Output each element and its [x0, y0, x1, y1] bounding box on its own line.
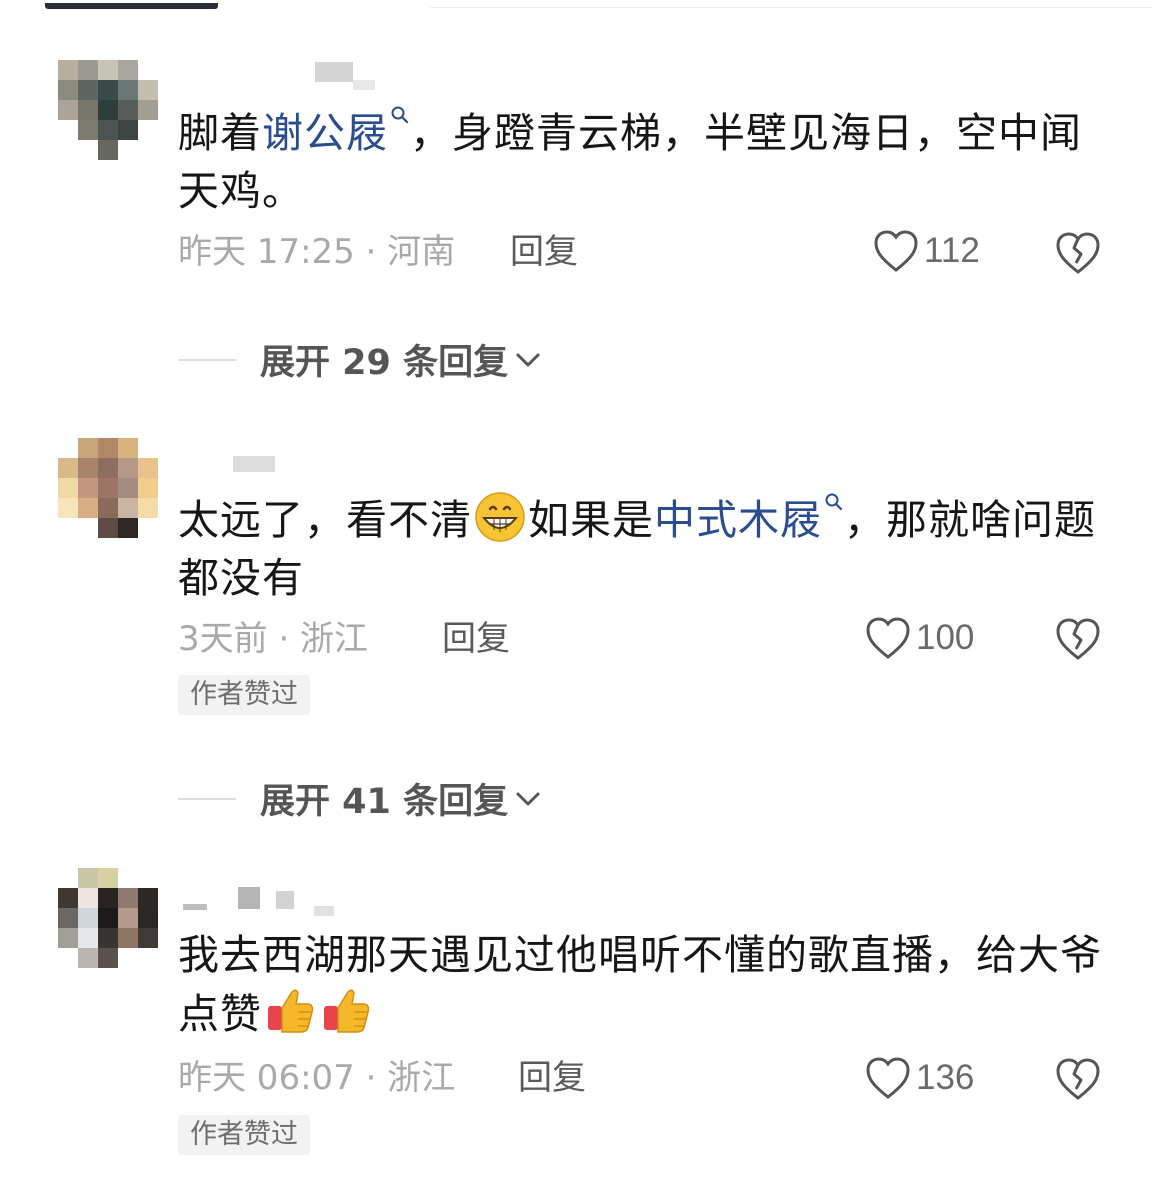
timestamp-location: 昨天 06:07 · 浙江	[178, 1058, 456, 1098]
heart-outline-icon	[866, 1057, 910, 1099]
search-link[interactable]: 中式木屐	[654, 496, 822, 544]
divider	[178, 358, 236, 361]
like-count: 112	[924, 231, 980, 270]
magnifier-icon[interactable]	[390, 105, 410, 128]
timestamp-location: 3天前 · 浙江	[178, 619, 369, 659]
author-liked-badge: 作者赞过	[178, 675, 310, 715]
chevron-down-icon	[516, 792, 540, 805]
divider	[178, 797, 236, 800]
expand-replies-button[interactable]: 展开 29 条回复	[178, 334, 542, 385]
comment-text: 我去西湖那天遇见过他唱听不懂的歌直播，给大爷点赞	[178, 926, 1108, 1043]
username-blurred	[314, 906, 334, 916]
like-button[interactable]: 100	[864, 615, 974, 661]
username-blurred	[238, 887, 260, 909]
username-blurred[interactable]	[233, 456, 275, 472]
heart-outline-icon	[866, 617, 910, 659]
like-button[interactable]: 112	[872, 228, 980, 274]
expand-replies-label: 展开 29 条回复	[260, 343, 509, 383]
search-link[interactable]: 谢公屐	[262, 109, 388, 157]
like-button[interactable]: 136	[864, 1055, 974, 1101]
top-divider-light	[430, 7, 1152, 8]
username-blurred[interactable]	[315, 62, 353, 82]
author-liked-badge: 作者赞过	[178, 1115, 310, 1155]
grinning-emoji	[475, 492, 525, 542]
comment-text-segment: 太远了，看不清	[178, 496, 472, 544]
comment-text: 太远了，看不清 如果是中式木屐 ，那就啥问题都没有	[178, 490, 1108, 607]
avatar[interactable]	[58, 60, 158, 160]
chevron-down-icon	[516, 353, 540, 366]
reply-button[interactable]: 回复	[442, 619, 510, 659]
timestamp-location: 昨天 17:25 · 河南	[178, 232, 456, 272]
username-blurred	[276, 891, 294, 909]
like-count: 136	[916, 1058, 975, 1097]
avatar[interactable]	[58, 868, 158, 968]
broken-heart-icon[interactable]	[1054, 616, 1102, 662]
thumbs-up-emoji	[268, 989, 314, 1033]
like-count: 100	[916, 618, 975, 657]
magnifier-icon[interactable]	[824, 492, 844, 515]
expand-replies-label: 展开 41 条回复	[260, 782, 509, 822]
username-blurred[interactable]	[183, 904, 207, 910]
broken-heart-icon[interactable]	[1054, 1056, 1102, 1102]
reply-button[interactable]: 回复	[518, 1058, 586, 1098]
reply-button[interactable]: 回复	[510, 232, 578, 272]
username-blurred	[353, 80, 375, 90]
comment-text-segment: 脚着	[178, 109, 262, 157]
comment-text: 脚着谢公屐 ，身蹬青云梯，半壁见海日，空中闻天鸡。	[178, 104, 1108, 220]
expand-replies-button[interactable]: 展开 41 条回复	[178, 773, 542, 824]
broken-heart-icon[interactable]	[1054, 230, 1102, 276]
comment-text-segment: 如果是	[528, 496, 654, 544]
heart-outline-icon	[874, 230, 918, 272]
avatar[interactable]	[58, 438, 158, 538]
thumbs-up-emoji	[324, 989, 370, 1033]
top-divider-dark	[45, 3, 218, 9]
